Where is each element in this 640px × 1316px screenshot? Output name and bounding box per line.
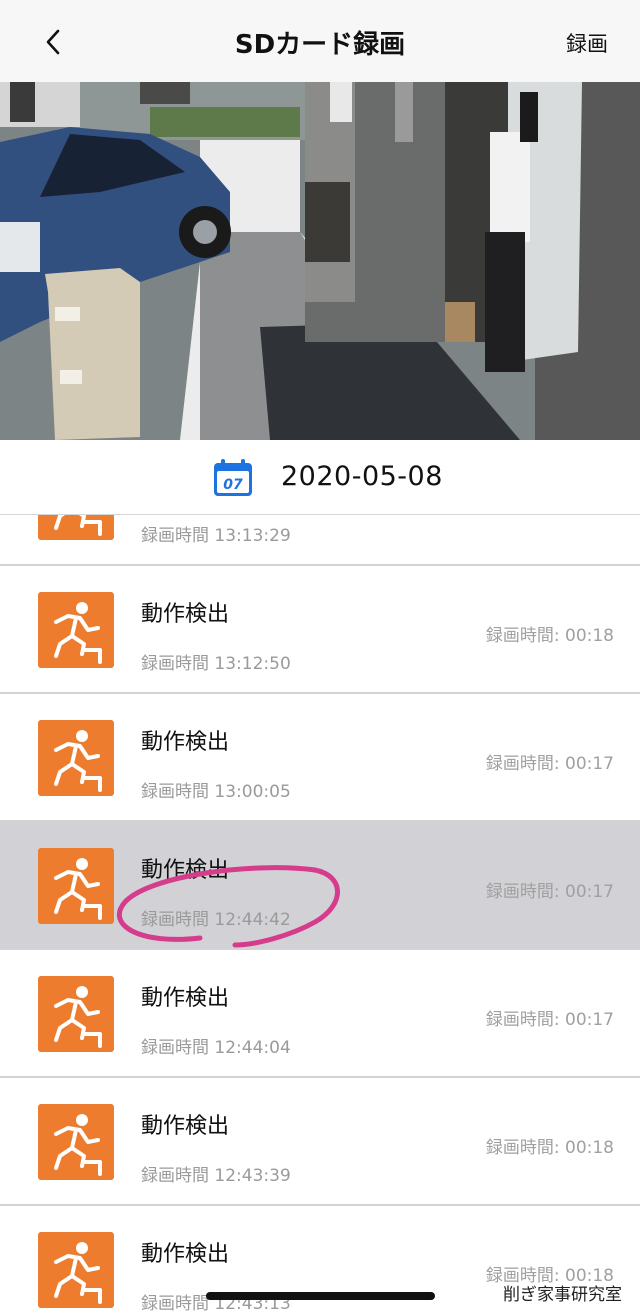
recording-list[interactable]: 録画時間 13:13:29 動作検出 録画時間 13:12:50 録画時間: 0… — [0, 515, 640, 1316]
list-item[interactable]: 動作検出 録画時間 13:12:50 録画時間: 00:18 — [0, 566, 640, 694]
record-start-time: 録画時間 12:44:42 — [141, 910, 291, 930]
home-indicator[interactable] — [206, 1292, 435, 1300]
motion-running-icon — [38, 1104, 114, 1180]
record-title: 動作検出 — [141, 730, 230, 755]
motion-running-icon — [38, 1232, 114, 1308]
calendar-button[interactable]: 07 — [212, 458, 254, 498]
record-duration: 録画時間: 00:18 — [485, 1138, 614, 1158]
motion-running-icon — [38, 848, 114, 924]
list-item[interactable]: 動作検出 録画時間 12:44:04 録画時間: 00:17 — [0, 950, 640, 1078]
calendar-icon: 07 — [214, 459, 252, 496]
motion-running-icon — [38, 515, 114, 540]
navigation-bar: SDカード録画 録画 — [0, 0, 640, 82]
page-title: SDカード録画 — [234, 30, 406, 60]
record-start-time: 録画時間 12:44:04 — [141, 1038, 291, 1058]
record-duration: 録画時間: 00:17 — [485, 882, 614, 902]
record-title: 動作検出 — [141, 1242, 230, 1267]
list-item[interactable]: 動作検出 録画時間 12:43:39 録画時間: 00:18 — [0, 1078, 640, 1206]
date-selector-bar: 07 2020-05-08 — [0, 440, 640, 515]
list-item[interactable]: 録画時間 13:13:29 — [0, 515, 640, 566]
record-title: 動作検出 — [141, 602, 230, 627]
record-title: 動作検出 — [141, 986, 230, 1011]
motion-running-icon — [38, 720, 114, 796]
record-duration: 録画時間: 00:17 — [485, 754, 614, 774]
calendar-day: 07 — [223, 477, 243, 493]
record-start-time: 録画時間 13:13:29 — [141, 526, 291, 546]
record-button[interactable]: 録画 — [566, 28, 608, 58]
record-start-time: 録画時間 13:00:05 — [141, 782, 291, 802]
motion-running-icon — [38, 592, 114, 668]
record-start-time: 録画時間 13:12:50 — [141, 654, 291, 674]
motion-running-icon — [38, 976, 114, 1052]
record-duration: 録画時間: 00:17 — [485, 1010, 614, 1030]
record-start-time: 録画時間 12:43:39 — [141, 1166, 291, 1186]
record-title: 動作検出 — [141, 1114, 230, 1139]
record-duration: 録画時間: 00:18 — [485, 626, 614, 646]
camera-video-frame[interactable] — [0, 82, 640, 440]
list-item-selected[interactable]: 動作検出 録画時間 12:44:42 録画時間: 00:17 — [0, 822, 640, 950]
watermark-text: 削ぎ家事研究室 — [503, 1285, 622, 1305]
record-title: 動作検出 — [141, 858, 230, 883]
list-item[interactable]: 動作検出 録画時間 13:00:05 録画時間: 00:17 — [0, 694, 640, 822]
selected-date: 2020-05-08 — [281, 461, 443, 492]
camera-snapshot — [0, 82, 640, 440]
